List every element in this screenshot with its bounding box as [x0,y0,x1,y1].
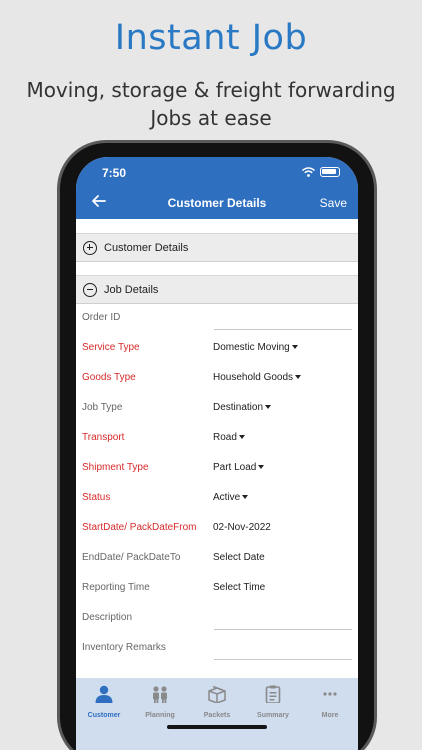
dropdown-value: Road [213,432,237,443]
field-label: Goods Type [82,372,136,383]
back-arrow-icon[interactable] [90,193,108,209]
field-description: Description [76,603,358,633]
field-job-type: Job Type Destination [76,393,358,423]
field-shipment-type: Shipment Type Part Load [76,453,358,483]
field-inventory-remarks: Inventory Remarks [76,633,358,663]
shipment-type-dropdown[interactable]: Part Load [213,462,265,473]
field-label: Status [82,492,111,503]
field-label: Service Type [82,342,140,353]
promo-subtitle-line-1: Moving, storage & freight forwarding [26,78,396,102]
field-label: Inventory Remarks [82,642,166,653]
field-order-id: Order ID [76,303,358,333]
field-service-type: Service Type Domestic Moving [76,333,358,363]
section-label: Customer Details [104,241,189,254]
field-label: EndDate/ PackDateTo [82,552,181,563]
field-end-date: EndDate/ PackDateTo Select Date [76,543,358,573]
dropdown-value: Domestic Moving [213,342,290,353]
tab-label: Summary [257,712,289,719]
order-id-input[interactable] [214,308,352,326]
dropdown-value: Part Load [213,462,257,473]
tab-label: Customer [87,712,121,719]
field-label: Description [82,612,133,623]
field-reporting-time: Reporting Time Select Time [76,573,358,603]
dropdown-value: Household Goods [213,372,294,383]
status-bar-time: 7:50 [102,166,127,180]
field-start-date: StartDate/ PackDateFrom 02-Nov-2022 [76,513,358,543]
field-transport: Transport Road [76,423,358,453]
dropdown-caret-icon [242,495,249,499]
tab-packets[interactable]: Packets [189,685,245,719]
field-label: Order ID [82,312,121,323]
transport-dropdown[interactable]: Road [213,432,245,443]
clipboard-icon [265,685,281,704]
service-type-dropdown[interactable]: Domestic Moving [213,342,298,353]
tab-customer[interactable]: Customer [76,685,132,719]
status-bar-icons [302,167,340,177]
nav-title: Customer Details [167,196,267,210]
field-label: Shipment Type [82,462,149,473]
status-dropdown[interactable]: Active [213,492,249,503]
reporting-time-picker[interactable]: Select Time [213,582,265,593]
field-underline [214,629,352,630]
tab-label: More [321,712,339,719]
promo-title: Instant Job [114,18,308,58]
bottom-tab-bar: Customer Planning Packets Summary More [76,678,358,750]
promo-subtitle: Moving, storage & freight forwarding Job… [0,76,422,132]
dropdown-caret-icon [238,435,245,439]
save-button[interactable]: Save [320,196,347,210]
tab-label: Packets [203,712,231,719]
tab-label: Planning [145,712,175,719]
box-icon [208,685,226,704]
field-label: StartDate/ PackDateFrom [82,522,197,533]
field-underline [214,659,352,660]
battery-icon [320,167,340,177]
goods-type-dropdown[interactable]: Household Goods [213,372,302,383]
tab-planning[interactable]: Planning [132,685,188,719]
dropdown-caret-icon [291,345,298,349]
people-icon [153,686,167,703]
tab-summary[interactable]: Summary [245,685,301,719]
section-customer-details[interactable]: Customer Details [76,233,358,262]
field-goods-type: Goods Type Household Goods [76,363,358,393]
job-type-dropdown[interactable]: Destination [213,402,272,413]
description-input[interactable] [214,610,352,628]
dropdown-caret-icon [258,465,265,469]
start-date-picker[interactable]: 02-Nov-2022 [213,522,271,533]
field-label: Job Type [82,402,123,413]
dropdown-caret-icon [295,375,302,379]
section-job-details[interactable]: Job Details [76,275,358,304]
navigation-bar: 7:50 Customer Details Save [76,157,358,219]
field-underline [214,329,352,330]
promo-subtitle-line-2: Jobs at ease [150,106,272,130]
dropdown-value: Active [213,492,241,503]
tab-more[interactable]: More [302,685,358,719]
plus-circle-icon [83,240,97,255]
dropdown-caret-icon [265,405,272,409]
field-label: Reporting Time [82,582,150,593]
home-indicator[interactable] [167,725,267,729]
section-label: Job Details [104,283,159,296]
field-label: Transport [82,432,125,443]
field-status: Status Active [76,483,358,513]
minus-circle-icon [83,282,97,297]
dropdown-value: Destination [213,402,264,413]
phone-screen: 7:50 Customer Details Save Customer Deta… [76,157,358,750]
end-date-picker[interactable]: Select Date [213,552,265,563]
more-dots-icon [323,692,337,696]
inventory-remarks-input[interactable] [214,640,352,658]
wifi-icon [302,167,315,177]
person-icon [95,685,113,703]
